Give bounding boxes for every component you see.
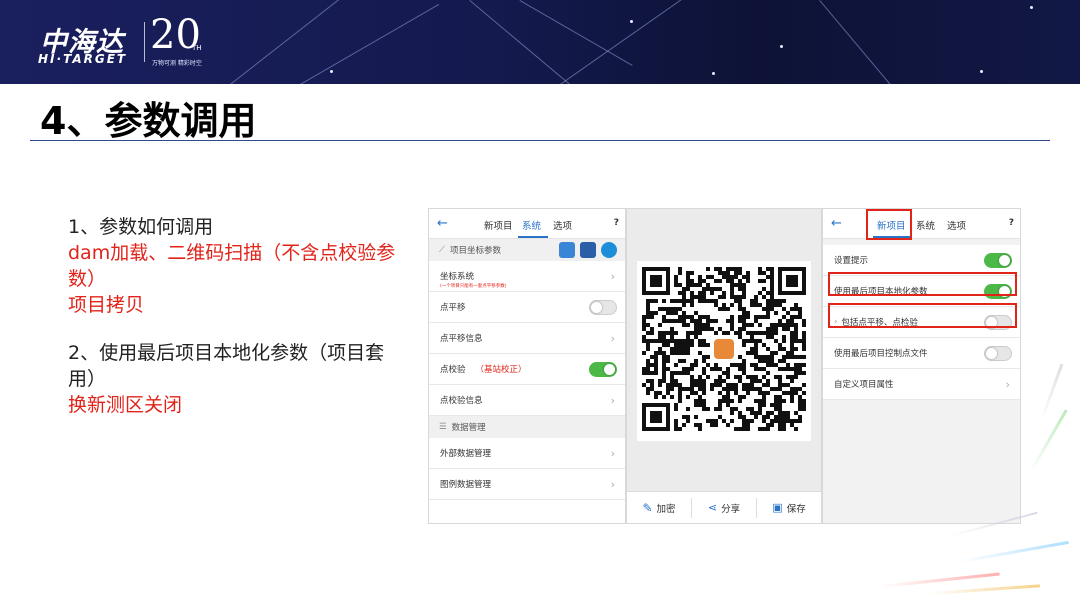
encrypt-icon: ✎ (642, 500, 653, 515)
tab-options[interactable]: 选项 (553, 218, 572, 232)
tab-new-project[interactable]: 新项目 (484, 218, 513, 232)
tab-system[interactable]: 系统 (916, 218, 935, 232)
tab-bar: ← 新项目 系统 选项 ? (823, 209, 1020, 239)
tab-options[interactable]: 选项 (947, 218, 966, 232)
chevron-right-icon: › (610, 478, 615, 491)
slide: 中海达 HI·TARGET 20 TH 万物可测 精彩时空 4、参数调用 1、参… (0, 0, 1080, 608)
row-point-calibration-info[interactable]: 点校验信息 › (429, 385, 625, 416)
row-label: 设置提示 (834, 256, 869, 266)
share-icon: ⋖ (707, 501, 718, 514)
button-label: 加密 (656, 503, 676, 515)
row-note: (一个项目只能有一套点平移参数) (440, 284, 507, 289)
row-coordinate-system[interactable]: 坐标系统 (一个项目只能有一套点平移参数) › (429, 261, 625, 292)
row-use-last-control-points: 使用最后项目控制点文件 (823, 338, 1020, 369)
section-data-management: ☰ 数据管理 (429, 416, 625, 438)
item1-method-a: dam加载、二维码扫描（不含点校验参数） (68, 242, 396, 290)
save-button[interactable]: ▣ 保存 (757, 498, 821, 518)
chevron-right-icon: › (610, 447, 615, 460)
help-icon[interactable]: ? (1009, 218, 1014, 228)
item1-method-b: 项目拷贝 (68, 294, 145, 316)
use-last-control-points-toggle[interactable] (984, 346, 1012, 361)
row-external-data[interactable]: 外部数据管理 › (429, 438, 625, 469)
chevron-right-icon: › (610, 394, 615, 407)
point-translation-toggle[interactable] (589, 300, 617, 315)
active-tab-indicator (518, 236, 548, 238)
settings-screenshot-system: ← 新项目 系统 选项 ? ⟋ 项目坐标参数 坐标系统 (一个项目只能有一套点平… (428, 208, 626, 524)
item2-heading: 2、使用最后项目本地化参数（项目套用） (68, 342, 385, 390)
chevron-right-icon: › (610, 332, 615, 345)
header-banner: 中海达 HI·TARGET 20 TH 万物可测 精彩时空 (0, 0, 1080, 84)
row-label: 点校验 (440, 365, 466, 375)
chevron-right-icon: › (610, 270, 615, 283)
row-label: 自定义项目属性 (834, 380, 894, 390)
row-label: 点校验信息 (440, 396, 483, 406)
qr-code-icon[interactable] (580, 242, 596, 258)
chevron-right-icon: › (1005, 378, 1010, 391)
back-arrow-icon[interactable]: ← (437, 216, 448, 231)
section-label: 项目坐标参数 (449, 246, 501, 256)
encrypt-button[interactable]: ✎ 加密 (627, 497, 692, 518)
anniversary-suffix: TH (192, 44, 202, 52)
button-label: 分享 (721, 503, 741, 515)
share-button[interactable]: ⋖ 分享 (692, 497, 757, 518)
row-label: 图例数据管理 (440, 480, 492, 490)
point-calibration-toggle[interactable] (589, 362, 617, 377)
row-label: 点平移 (440, 303, 466, 313)
row-label: 坐标系统 (440, 272, 475, 282)
slide-title: 4、参数调用 (40, 99, 257, 143)
tab-bar: ← 新项目 系统 选项 ? (429, 209, 625, 239)
title-divider (30, 140, 1050, 141)
row-point-translation-info[interactable]: 点平移信息 › (429, 323, 625, 354)
highlight-use-last-localization (828, 272, 1017, 296)
qr-action-bar: ✎ 加密 ⋖ 分享 ▣ 保存 (627, 491, 821, 523)
row-custom-project-attributes[interactable]: 自定义项目属性 › (823, 369, 1020, 400)
document-icon[interactable] (559, 242, 575, 258)
save-icon: ▣ (772, 501, 783, 514)
row-label: 点平移信息 (440, 334, 483, 344)
section-label: 数据管理 (451, 423, 486, 433)
row-point-calibration: 点校验 （基站校正） (429, 354, 625, 385)
base-station-correction-label: （基站校正） (475, 365, 527, 375)
section-coordinate-params: ⟋ 项目坐标参数 (429, 239, 625, 261)
qr-code-screenshot: ✎ 加密 ⋖ 分享 ▣ 保存 (626, 208, 822, 524)
globe-icon[interactable] (601, 242, 617, 258)
help-icon[interactable]: ? (614, 218, 619, 228)
highlight-include-translation (828, 303, 1017, 328)
row-label: 外部数据管理 (440, 449, 492, 459)
item1-heading: 1、参数如何调用 (68, 216, 214, 238)
axis-icon: ⟋ (439, 245, 445, 255)
database-icon: ☰ (439, 422, 447, 432)
tab-system[interactable]: 系统 (522, 218, 541, 232)
logo-divider (144, 22, 145, 62)
row-point-translation: 点平移 (429, 292, 625, 323)
highlight-new-project-tab (866, 209, 912, 240)
back-arrow-icon[interactable]: ← (831, 216, 842, 231)
button-label: 保存 (786, 503, 806, 515)
row-legend-data[interactable]: 图例数据管理 › (429, 469, 625, 500)
qr-code-icon (642, 267, 806, 431)
explanation-text: 1、参数如何调用 dam加载、二维码扫描（不含点校验参数） 项目拷贝 2、使用最… (68, 214, 398, 418)
item2-note: 换新测区关闭 (68, 394, 183, 416)
setting-prompt-toggle[interactable] (984, 253, 1012, 268)
row-label: 使用最后项目控制点文件 (834, 349, 928, 359)
logo-english: HI·TARGET (38, 52, 128, 66)
settings-screenshot-new-project: ← 新项目 系统 选项 ? 设置提示 使用最后项目本地化参数 › 包括点平移、点… (822, 208, 1021, 524)
qr-code-image (637, 261, 811, 441)
logo-tagline: 万物可测 精彩时空 (152, 60, 202, 67)
